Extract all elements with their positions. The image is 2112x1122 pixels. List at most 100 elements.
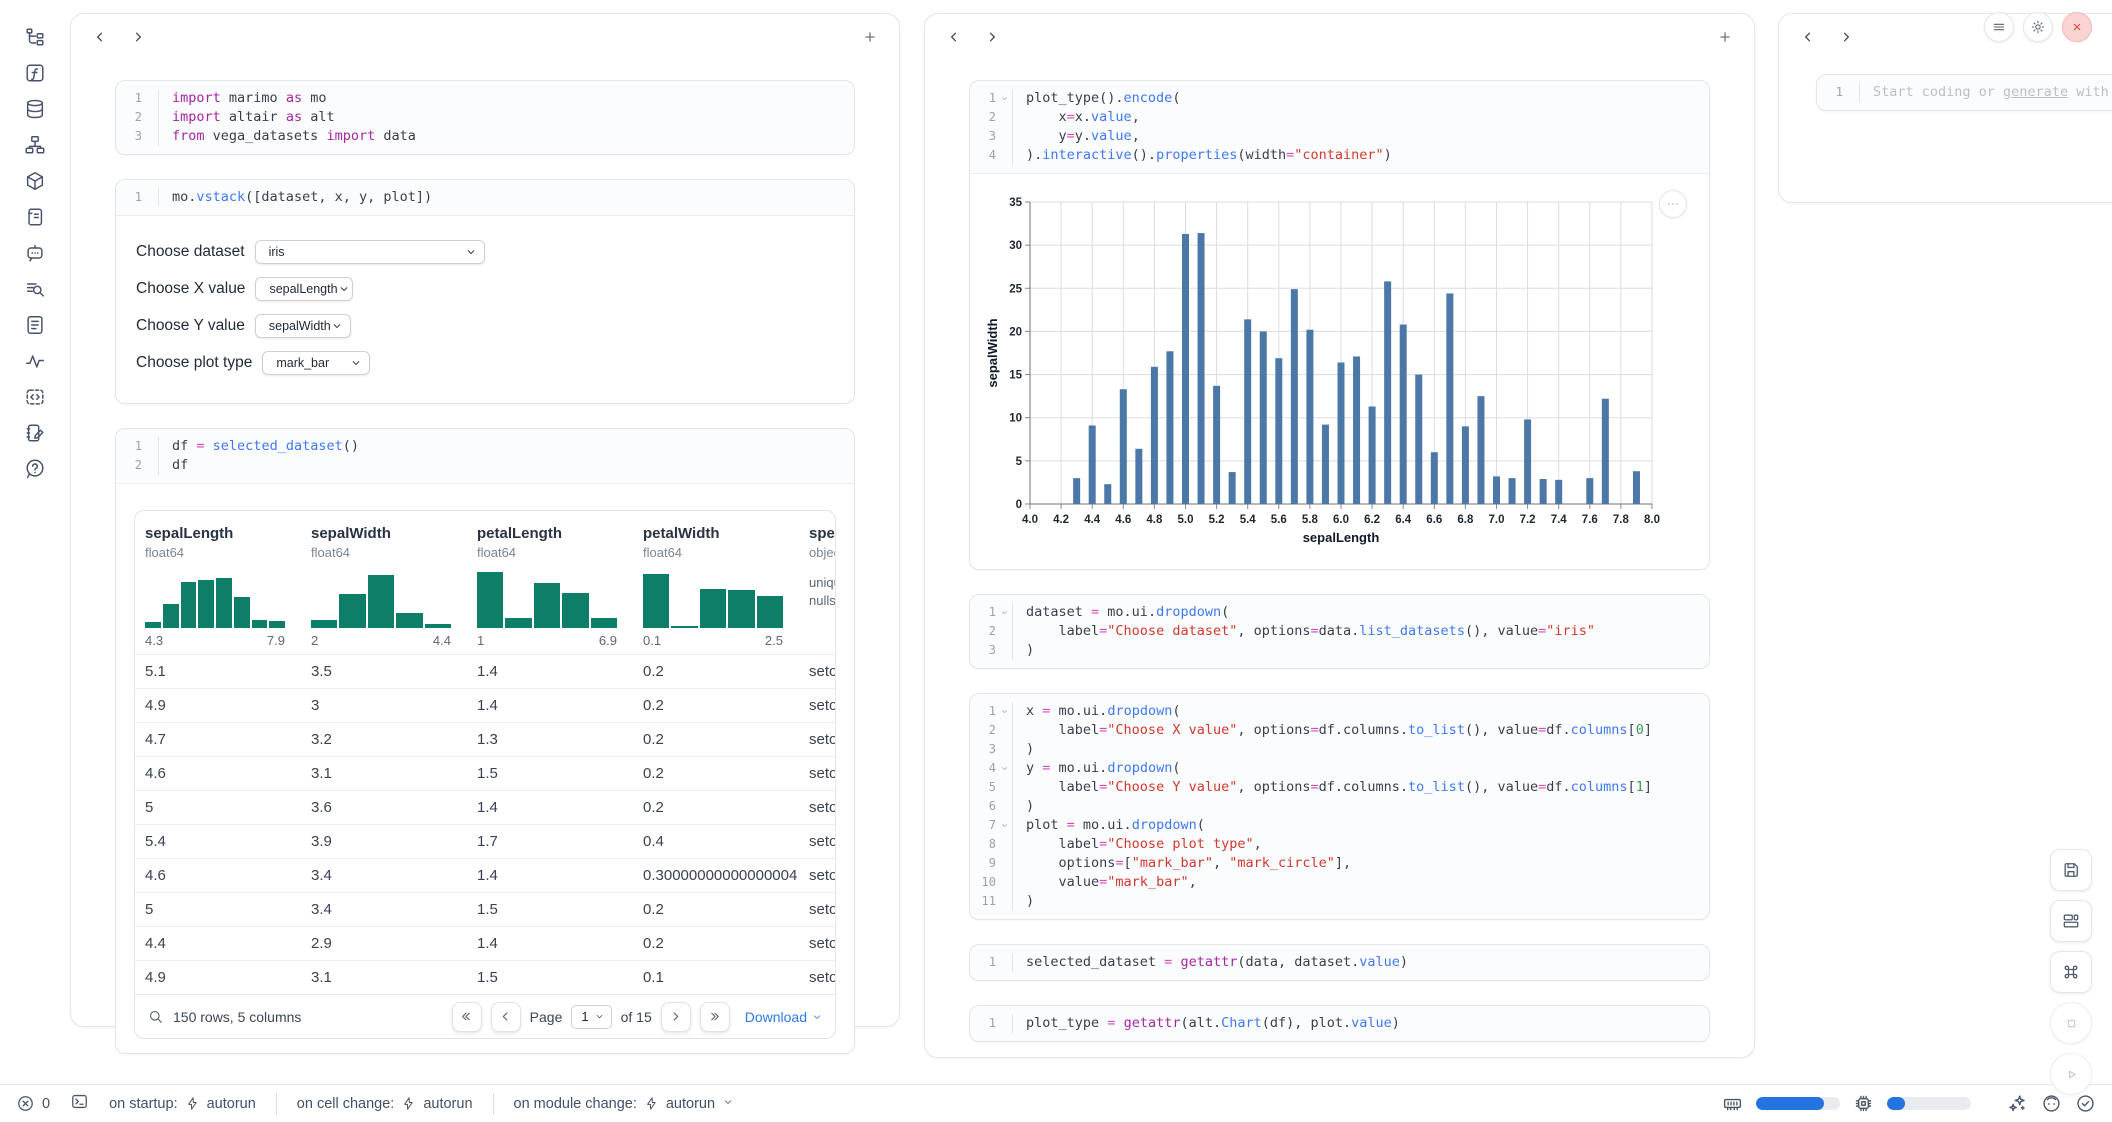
- command-palette-button[interactable]: [2050, 951, 2092, 993]
- connection-status-icon[interactable]: [2075, 1093, 2096, 1114]
- stop-button[interactable]: [2050, 1002, 2092, 1044]
- code-editor-empty[interactable]: 1 Start coding or generate with AI: [1817, 75, 2112, 110]
- chevron-down-icon: [350, 357, 362, 369]
- code-editor-vstack[interactable]: 1mo.vstack([dataset, x, y, plot]): [116, 180, 854, 215]
- column-back-button[interactable]: [941, 24, 967, 50]
- line-number: 10: [970, 873, 996, 892]
- control-row: Choose plot typemark_bar: [136, 351, 834, 375]
- run-mode-on-startup[interactable]: on startup:autorun: [109, 1096, 256, 1112]
- code-editor-selected-dataset[interactable]: 1selected_dataset = getattr(data, datase…: [970, 945, 1709, 980]
- table-cell: 3.1: [301, 961, 467, 994]
- dropdown-choose-plot-type[interactable]: mark_bar: [262, 351, 370, 375]
- add-cell-button[interactable]: [857, 24, 883, 50]
- terminal-button[interactable]: [70, 1092, 89, 1115]
- snippets-icon[interactable]: [24, 386, 46, 408]
- table-cell: setosa: [799, 689, 836, 722]
- generate-with-ai-link[interactable]: generate: [2003, 84, 2068, 100]
- cell-imports: 1import marimo as mo2import altair as al…: [115, 80, 855, 155]
- file-explorer-icon[interactable]: [24, 26, 46, 48]
- dropdown-choose-x-value[interactable]: sepalLength: [255, 277, 353, 301]
- svg-text:5.4: 5.4: [1240, 514, 1257, 526]
- menu-button[interactable]: [1984, 12, 2014, 42]
- logs-icon[interactable]: [24, 206, 46, 228]
- column-histogram: [643, 572, 783, 628]
- copilot-icon[interactable]: [2041, 1093, 2062, 1114]
- column-back-button[interactable]: [87, 24, 113, 50]
- page-select[interactable]: 1: [571, 1005, 611, 1029]
- table-cell: 1.4: [467, 655, 633, 688]
- run-button[interactable]: [2050, 1053, 2092, 1095]
- shutdown-button[interactable]: [2062, 12, 2092, 42]
- run-mode-on-module-change[interactable]: on module change:autorun: [514, 1096, 735, 1112]
- dependency-graph-icon[interactable]: [24, 134, 46, 156]
- code-text: label="Choose Y value", options=df.colum…: [1012, 778, 1709, 797]
- column-histogram: [145, 572, 285, 628]
- search-icon[interactable]: [147, 1008, 164, 1025]
- code-editor-dataset[interactable]: 1dataset = mo.ui.dropdown(2 label="Choos…: [970, 595, 1709, 668]
- histogram-min: 1: [477, 633, 484, 648]
- first-page-button[interactable]: [452, 1002, 482, 1032]
- column-forward-button[interactable]: [1833, 24, 1859, 50]
- altair-bar-chart[interactable]: 4.04.24.44.64.85.05.25.45.65.86.06.26.46…: [984, 190, 1664, 552]
- prev-page-button[interactable]: [491, 1002, 521, 1032]
- column-forward-button[interactable]: [979, 24, 1005, 50]
- table-row: 4.42.91.40.2setosa: [135, 926, 835, 960]
- variables-icon[interactable]: [24, 62, 46, 84]
- last-page-button[interactable]: [700, 1002, 730, 1032]
- outline-icon[interactable]: [24, 278, 46, 300]
- help-icon[interactable]: [24, 458, 46, 480]
- column-header-species[interactable]: speciesobjectuniquenulls:: [799, 511, 836, 654]
- save-button[interactable]: [2050, 849, 2092, 891]
- code-editor-plot-type[interactable]: 1plot_type = getattr(alt.Chart(df), plot…: [970, 1006, 1709, 1041]
- fold-chevron-icon[interactable]: [1000, 821, 1009, 830]
- svg-text:4.0: 4.0: [1022, 514, 1038, 526]
- documentation-icon[interactable]: [24, 314, 46, 336]
- chart-actions-button[interactable]: [1659, 190, 1687, 218]
- add-cell-button[interactable]: [1712, 24, 1738, 50]
- fold-chevron-icon[interactable]: [1000, 764, 1009, 773]
- code-text: x = mo.ui.dropdown(: [1012, 702, 1709, 721]
- fold-chevron-icon[interactable]: [1000, 94, 1009, 103]
- settings-button[interactable]: [2023, 12, 2053, 42]
- code-line: 9 options=["mark_bar", "mark_circle"],: [970, 854, 1709, 873]
- window-controls: [1984, 12, 2092, 42]
- download-button[interactable]: Download: [745, 1009, 823, 1025]
- code-editor-xyplot[interactable]: 1x = mo.ui.dropdown(2 label="Choose X va…: [970, 694, 1709, 919]
- column-header-petalWidth[interactable]: petalWidthfloat640.12.5: [633, 511, 799, 654]
- table-cell: setosa: [799, 961, 836, 994]
- code-line: 2import altair as alt: [116, 108, 854, 127]
- chart-y-axis-title: sepalWidth: [985, 318, 1000, 387]
- layout-toggle-button[interactable]: [2050, 900, 2092, 942]
- table-cell: 4.9: [135, 689, 301, 722]
- chevron-down-icon: [331, 320, 343, 332]
- datasources-icon[interactable]: [24, 98, 46, 120]
- control-row: Choose datasetiris: [136, 240, 834, 264]
- run-mode-value: autorun: [207, 1096, 256, 1112]
- column-header-sepalWidth[interactable]: sepalWidthfloat6424.4: [301, 511, 467, 654]
- code-editor-plot[interactable]: 1plot_type().encode(2 x=x.value,3 y=y.va…: [970, 81, 1709, 173]
- code-editor-imports[interactable]: 1import marimo as mo2import altair as al…: [116, 81, 854, 154]
- dropdown-value: sepalLength: [269, 282, 337, 296]
- run-mode-on-cell-change[interactable]: on cell change:autorun: [297, 1096, 473, 1112]
- table-cell: setosa: [799, 825, 836, 858]
- table-cell: 4.6: [135, 757, 301, 790]
- page-label: Page: [530, 1009, 563, 1025]
- next-page-button[interactable]: [661, 1002, 691, 1032]
- fold-chevron-icon[interactable]: [1000, 608, 1009, 617]
- ai-chat-icon[interactable]: [24, 242, 46, 264]
- error-counter[interactable]: 0: [16, 1094, 50, 1113]
- code-text: plot_type = getattr(alt.Chart(df), plot.…: [1012, 1014, 1709, 1033]
- scratchpad-icon[interactable]: [24, 422, 46, 444]
- column-header-petalLength[interactable]: petalLengthfloat6416.9: [467, 511, 633, 654]
- fold-chevron-icon[interactable]: [1000, 707, 1009, 716]
- svg-text:7.0: 7.0: [1489, 514, 1505, 526]
- dropdown-choose-y-value[interactable]: sepalWidth: [255, 314, 351, 338]
- ai-sparkles-icon[interactable]: [2007, 1093, 2028, 1114]
- tracing-icon[interactable]: [24, 350, 46, 372]
- column-back-button[interactable]: [1795, 24, 1821, 50]
- column-forward-button[interactable]: [125, 24, 151, 50]
- packages-icon[interactable]: [24, 170, 46, 192]
- column-header-sepalLength[interactable]: sepalLengthfloat644.37.9: [135, 511, 301, 654]
- dropdown-choose-dataset[interactable]: iris: [255, 240, 485, 264]
- code-editor-dataframe[interactable]: 1df = selected_dataset()2df: [116, 429, 854, 483]
